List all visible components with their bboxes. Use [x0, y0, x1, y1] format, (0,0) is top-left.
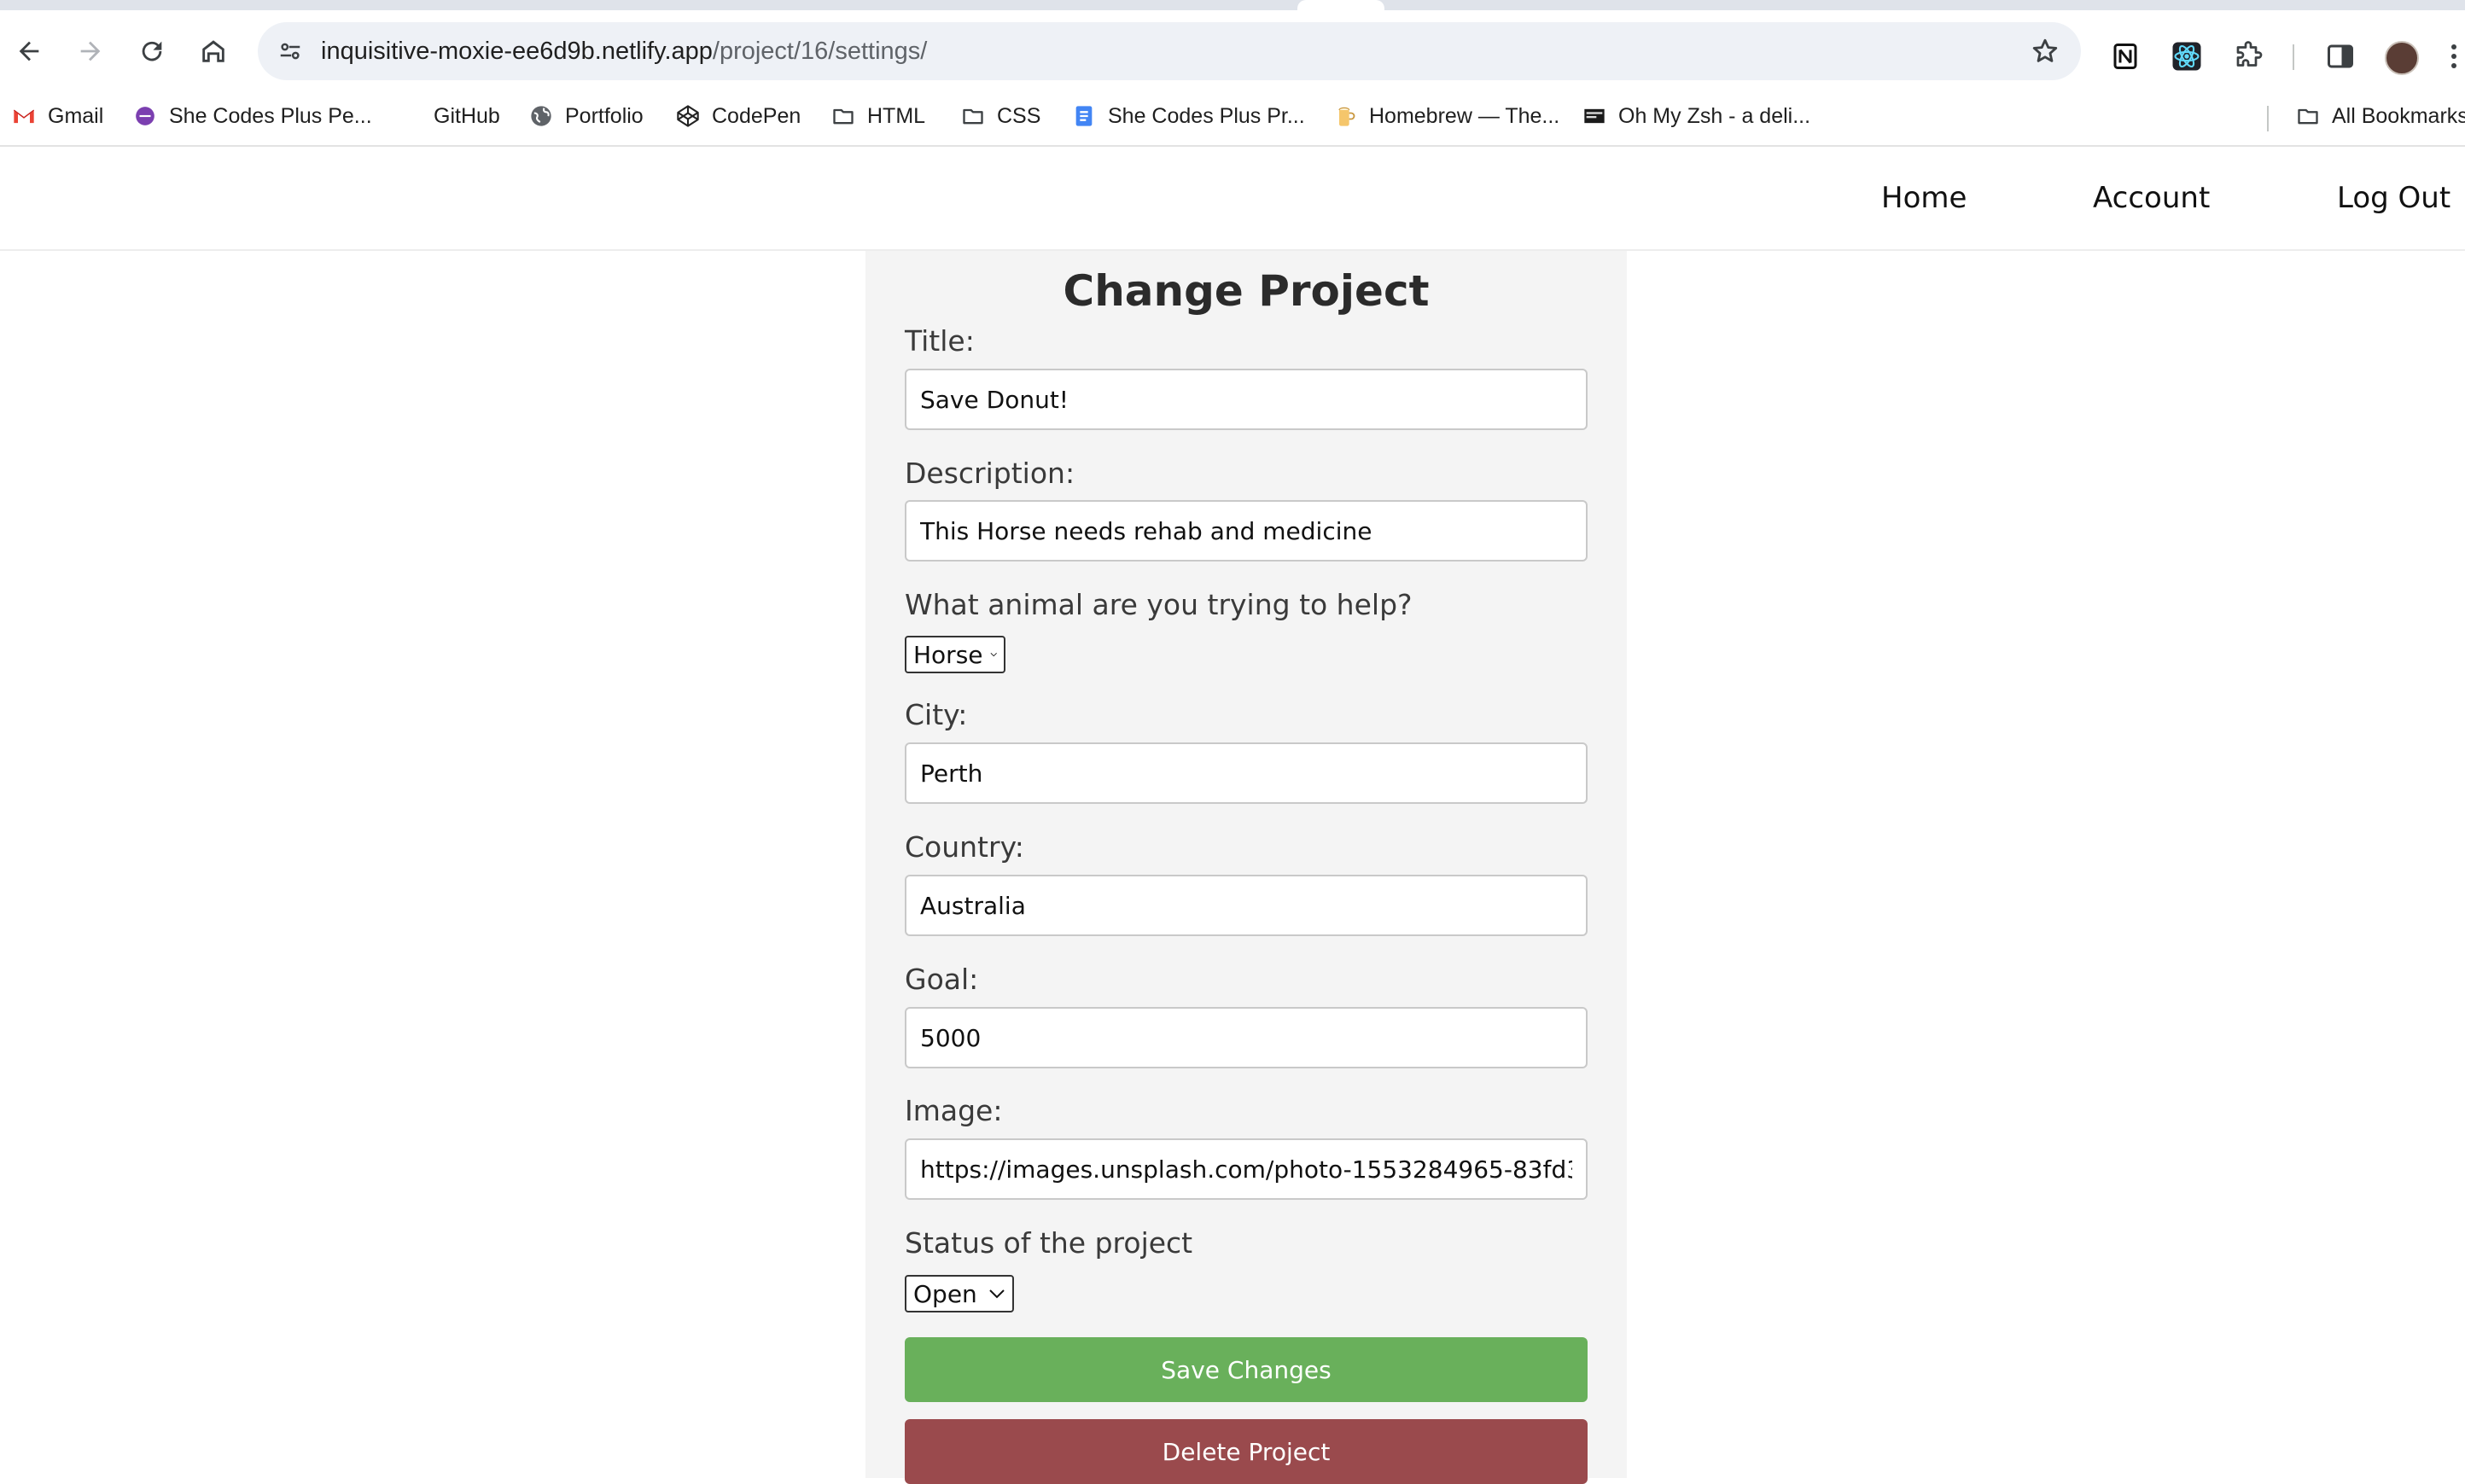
status-label: Status of the project — [905, 1226, 1193, 1260]
chevron-down-icon — [990, 653, 997, 657]
profile-avatar[interactable] — [2385, 41, 2419, 75]
title-label: Title: — [905, 324, 975, 358]
bookmark-label: Gmail — [48, 103, 104, 128]
image-url-input[interactable] — [905, 1138, 1588, 1200]
active-tab[interactable] — [1297, 0, 1384, 10]
bookmark-label: CSS — [997, 103, 1041, 128]
animal-select-value: Horse — [913, 640, 983, 669]
folder-icon — [831, 104, 855, 128]
back-arrow-icon — [19, 41, 39, 61]
nav-account-link[interactable]: Account — [2093, 147, 2210, 249]
change-project-form: Change Project Title: Description: What … — [865, 251, 1627, 1484]
bookmarks-bar: Gmail She Codes Plus Pe... GitHub Portfo… — [0, 89, 2465, 147]
bookmark-star-icon[interactable] — [2028, 34, 2062, 68]
tab-strip — [0, 0, 2465, 10]
terminal-icon — [1582, 104, 1606, 128]
bookmark-gmail[interactable]: Gmail — [12, 101, 103, 131]
all-bookmarks-label: All Bookmarks — [2332, 103, 2465, 128]
folder-icon — [961, 104, 985, 128]
github-icon — [398, 104, 422, 128]
save-changes-button[interactable]: Save Changes — [905, 1337, 1588, 1402]
nav-home-link[interactable]: Home — [1881, 147, 1967, 249]
url-path: /project/16/settings/ — [712, 38, 928, 65]
bookmark-css-folder[interactable]: CSS — [961, 101, 1040, 131]
bookmark-html-folder[interactable]: HTML — [831, 101, 925, 131]
address-bar[interactable]: inquisitive-moxie-ee6d9b.netlify.app/pro… — [258, 22, 2081, 80]
description-input[interactable] — [905, 500, 1588, 562]
codepen-icon — [676, 104, 700, 128]
browser-menu-icon[interactable] — [2451, 44, 2460, 75]
title-input[interactable] — [905, 369, 1588, 430]
animal-select[interactable]: Horse — [905, 636, 1005, 673]
toolbar-divider — [2293, 44, 2294, 70]
notion-extension-icon[interactable] — [2108, 39, 2142, 73]
country-input[interactable] — [905, 875, 1588, 936]
image-label: Image: — [905, 1094, 1003, 1127]
site-info-icon[interactable] — [273, 34, 307, 68]
bookmark-label: HTML — [867, 103, 926, 128]
url-host: inquisitive-moxie-ee6d9b.netlify.app — [321, 38, 713, 65]
gmail-icon — [12, 104, 36, 128]
goal-label: Goal: — [905, 963, 979, 996]
extensions-puzzle-icon[interactable] — [2231, 39, 2265, 73]
bookmark-she-codes-pr[interactable]: She Codes Plus Pr... — [1072, 101, 1305, 131]
bookmarks-divider — [2267, 106, 2269, 131]
status-select[interactable]: Open — [905, 1275, 1014, 1312]
bookmark-label: She Codes Plus Pe... — [169, 103, 372, 128]
she-codes-icon — [133, 104, 157, 128]
bookmark-homebrew[interactable]: Homebrew — The... — [1333, 101, 1559, 131]
bookmark-github[interactable]: GitHub — [398, 101, 500, 131]
bookmark-label: CodePen — [712, 103, 801, 128]
city-input[interactable] — [905, 742, 1588, 804]
goal-input[interactable] — [905, 1007, 1588, 1068]
react-devtools-icon[interactable] — [2170, 39, 2204, 73]
bookmark-label: GitHub — [434, 103, 500, 128]
country-label: Country: — [905, 830, 1024, 864]
forward-arrow-icon — [80, 41, 101, 61]
bookmark-codepen[interactable]: CodePen — [676, 101, 801, 131]
reload-icon — [142, 41, 162, 61]
bookmark-label: Oh My Zsh - a deli... — [1618, 103, 1811, 128]
page-title: Change Project — [1063, 266, 1430, 316]
reload-button[interactable] — [130, 29, 174, 73]
animal-label: What animal are you trying to help? — [905, 588, 1413, 621]
all-bookmarks-folder[interactable]: All Bookmarks — [2296, 101, 2465, 131]
description-label: Description: — [905, 457, 1075, 490]
city-label: City: — [905, 698, 968, 731]
bookmark-oh-my-zsh[interactable]: Oh My Zsh - a deli... — [1582, 101, 1810, 131]
bookmark-label: Homebrew — The... — [1369, 103, 1560, 128]
doc-icon — [1072, 104, 1096, 128]
forward-button[interactable] — [68, 29, 113, 73]
browser-toolbar: inquisitive-moxie-ee6d9b.netlify.app/pro… — [0, 10, 2465, 89]
status-select-value: Open — [913, 1279, 977, 1308]
homebrew-icon — [1333, 104, 1357, 128]
bookmark-portfolio[interactable]: Portfolio — [529, 101, 644, 131]
chevron-down-icon — [989, 1289, 1005, 1299]
home-icon — [202, 40, 224, 62]
bookmark-she-codes-pe[interactable]: She Codes Plus Pe... — [133, 101, 372, 131]
url-text: inquisitive-moxie-ee6d9b.netlify.app/pro… — [321, 22, 927, 80]
folder-icon — [2296, 104, 2320, 128]
delete-project-button[interactable]: Delete Project — [905, 1419, 1588, 1484]
bookmark-label: Portfolio — [565, 103, 644, 128]
site-navbar: Home Account Log Out — [0, 147, 2465, 251]
home-button[interactable] — [191, 29, 236, 73]
side-panel-icon[interactable] — [2323, 39, 2357, 73]
globe-icon — [529, 104, 553, 128]
nav-logout-link[interactable]: Log Out — [2337, 147, 2450, 249]
back-button[interactable] — [7, 29, 51, 73]
bookmark-label: She Codes Plus Pr... — [1108, 103, 1305, 128]
